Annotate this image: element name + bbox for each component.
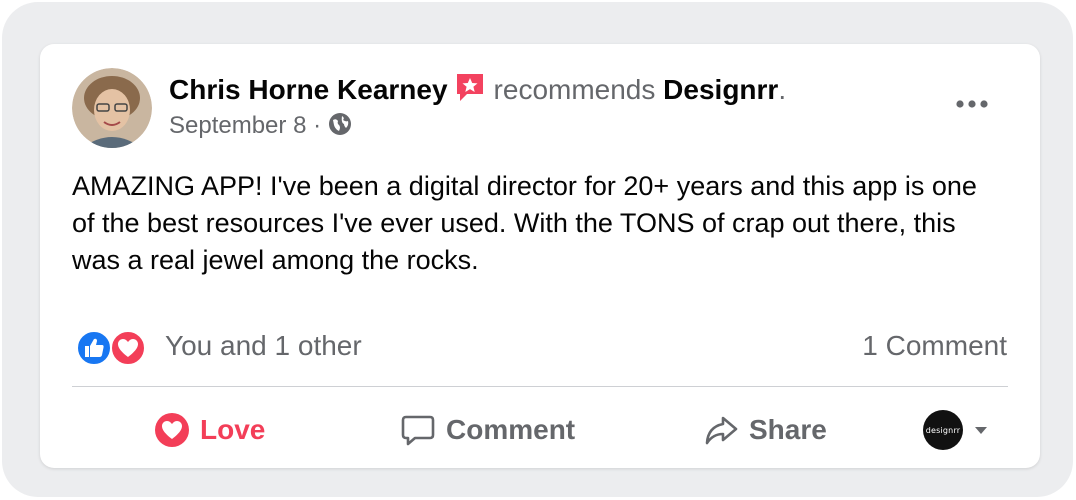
screenshot-frame: Chris Horne Kearney recommends Designrr. … (2, 2, 1073, 497)
meta-separator: · (313, 112, 322, 139)
post-meta: September 8 · (169, 110, 352, 142)
page-name-suffix: . (778, 74, 787, 105)
love-button[interactable]: Love (154, 406, 265, 454)
post-header: Chris Horne Kearney recommends Designrr. (169, 71, 786, 107)
page-switcher-button[interactable]: designrr (923, 408, 993, 452)
post-body-text: AMAZING APP! I've been a digital directo… (72, 171, 977, 275)
share-label: Share (749, 414, 827, 445)
post-card: Chris Horne Kearney recommends Designrr. … (40, 44, 1040, 468)
author-avatar[interactable] (72, 68, 152, 148)
love-label: Love (200, 414, 266, 445)
chevron-down-icon (973, 423, 989, 437)
designrr-logo: designrr (923, 410, 963, 450)
comment-count[interactable]: 1 Comment (862, 330, 1007, 362)
post-date[interactable]: September 8 (169, 112, 306, 139)
more-options-icon[interactable] (950, 92, 994, 116)
comment-button[interactable]: Comment (400, 406, 575, 454)
like-reaction-icon (76, 330, 112, 366)
author-name[interactable]: Chris Horne Kearney (169, 74, 448, 105)
recommend-verb: recommends (493, 74, 656, 105)
share-button[interactable]: Share (703, 406, 827, 454)
recommend-star-icon (454, 71, 486, 103)
reaction-summary[interactable]: You and 1 other (165, 330, 362, 362)
share-icon (703, 412, 739, 448)
globe-icon[interactable] (328, 112, 352, 136)
comment-icon (400, 412, 436, 448)
comment-label: Comment (446, 414, 576, 445)
love-reaction-icon (110, 330, 146, 366)
heart-icon (154, 412, 190, 448)
actions-divider (72, 386, 1008, 387)
page-name-link[interactable]: Designrr (663, 74, 778, 105)
